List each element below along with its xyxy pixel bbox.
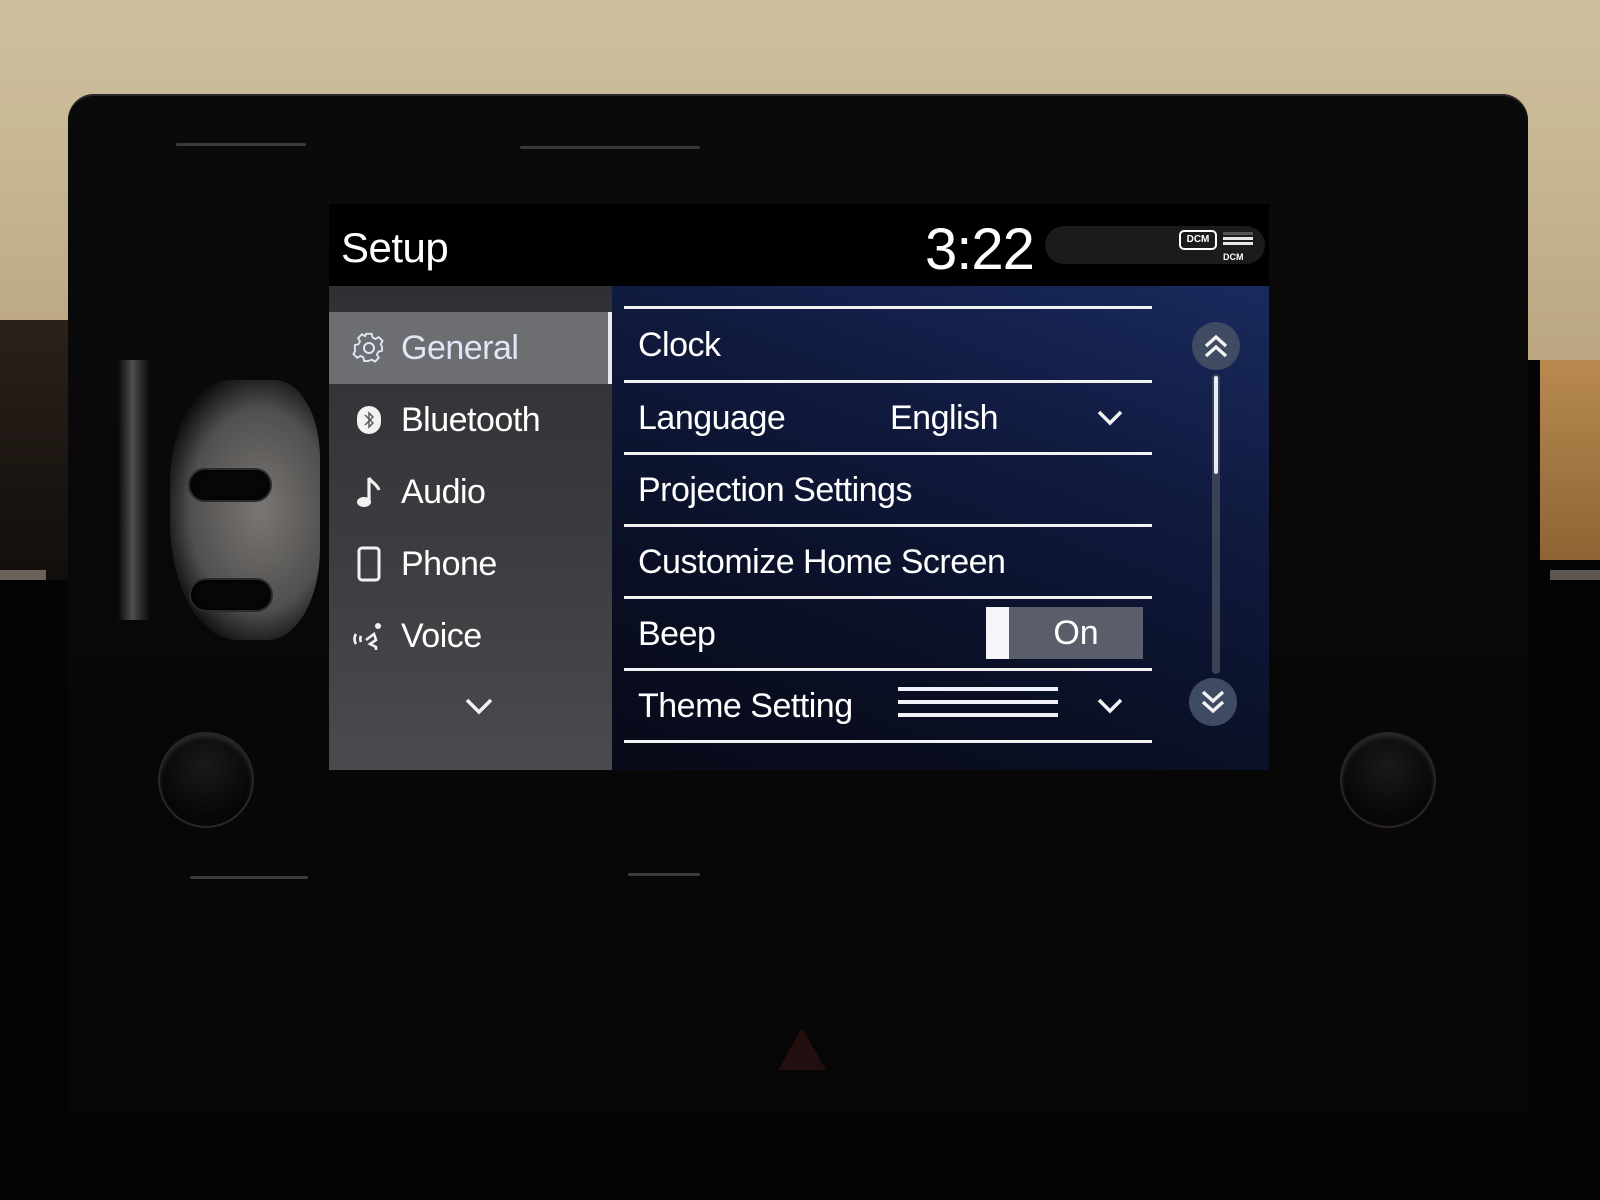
setting-row-customize-home[interactable]: Customize Home Screen [624,527,1152,597]
dashboard-left [0,320,70,580]
sidebar-item-general[interactable]: General [329,312,612,384]
theme-lines-icon [898,687,1058,723]
sidebar-item-label: Voice [401,616,482,655]
setting-label: Customize Home Screen [638,542,1006,581]
hard-button-slot[interactable] [190,470,270,500]
row-divider [624,740,1152,743]
sidebar-item-phone[interactable]: Phone [329,528,612,600]
voice-icon [349,616,389,656]
dashboard-right [1540,360,1600,560]
chevron-down-icon [465,698,493,715]
chevron-down-icon[interactable] [1094,402,1126,434]
setting-row-clock[interactable]: Clock [624,310,1152,380]
page-title: Setup [341,224,449,271]
sidebar-item-label: General [401,328,519,367]
dcm-badge-icon: DCM [1179,230,1217,250]
music-note-icon [349,472,389,512]
settings-list: Clock Language English Projection Settin… [612,286,1269,770]
chevron-down-icon[interactable] [1094,690,1126,722]
scrollbar[interactable] [1212,374,1220,674]
setting-label: Language [638,398,786,437]
sidebar-item-voice[interactable]: Voice [329,600,612,672]
setting-row-language[interactable]: Language English [624,383,1152,453]
sidebar-item-bluetooth[interactable]: Bluetooth [329,384,612,456]
sidebar-item-label: Phone [401,544,497,583]
toggle-state-label: On [1053,613,1099,652]
double-chevron-down-icon [1201,690,1225,714]
phone-icon [349,544,389,584]
scrollbar-thumb[interactable] [1214,376,1218,474]
infotainment-screen: Setup 3:22 DCM DCM General Bluetooth Aud… [329,204,1269,770]
sidebar-item-label: Bluetooth [401,400,541,439]
language-value: English [890,398,999,437]
setting-label: Beep [638,614,716,653]
sidebar-item-label: Audio [401,472,486,511]
hard-button-slot[interactable] [191,580,271,610]
scroll-down-button[interactable] [1189,678,1237,726]
bluetooth-icon [349,400,389,440]
beep-toggle[interactable]: On [986,607,1143,659]
volume-knob[interactable] [158,732,254,828]
sidebar: General Bluetooth Audio Phone Voice [329,286,612,770]
setting-label: Projection Settings [638,470,913,509]
setting-label: Theme Setting [638,686,853,725]
setting-row-theme[interactable]: Theme Setting [624,671,1152,741]
clock-display: 3:22 [925,217,1035,282]
sidebar-item-audio[interactable]: Audio [329,456,612,528]
sidebar-more-button[interactable] [454,686,504,726]
gear-icon [349,328,389,368]
signal-label: DCM [1223,252,1244,262]
bezel-groove [520,146,700,149]
glare-reflection [118,360,150,620]
bezel-groove [190,876,308,879]
bezel-groove [176,143,306,146]
header-bar: Setup 3:22 DCM DCM [329,204,1269,286]
setting-row-beep[interactable]: Beep On [624,599,1152,669]
bezel-groove [628,873,700,876]
tune-knob[interactable] [1340,732,1436,828]
row-divider [624,306,1152,309]
toggle-indicator [986,607,1009,659]
hazard-icon[interactable] [778,1028,826,1070]
double-chevron-up-icon [1204,334,1228,358]
setting-label: Clock [638,325,721,364]
status-bar: DCM DCM [1045,226,1265,264]
cellular-signal-icon: DCM [1223,232,1253,262]
scroll-up-button[interactable] [1192,322,1240,370]
setting-row-projection[interactable]: Projection Settings [624,455,1152,525]
